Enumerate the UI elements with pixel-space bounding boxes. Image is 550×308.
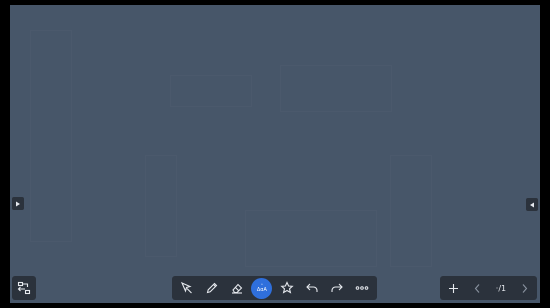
chevron-right-icon	[522, 283, 527, 293]
layout-tray	[12, 276, 36, 300]
plus-icon	[448, 283, 458, 293]
redo-icon	[331, 283, 344, 292]
redo-button[interactable]	[327, 278, 348, 299]
badge-text: ΔαA	[256, 287, 267, 293]
page-indicator: ·/1	[495, 283, 507, 293]
chevron-left-icon	[475, 283, 480, 293]
star-icon	[280, 281, 294, 294]
undo-icon	[306, 283, 318, 292]
text-shape-icon: ▫ ΔαA	[257, 283, 267, 293]
page-navigation: ·/1	[440, 276, 537, 300]
pen-tool-button[interactable]	[201, 278, 222, 299]
pen-icon	[206, 282, 217, 294]
expand-right-icon	[16, 201, 20, 206]
select-tool-button[interactable]	[176, 278, 197, 299]
next-page-button[interactable]	[517, 280, 531, 296]
left-panel-toggle[interactable]	[12, 197, 24, 210]
add-page-button[interactable]	[446, 280, 460, 296]
previous-page-button[interactable]	[471, 280, 485, 296]
layout-button[interactable]	[14, 278, 35, 299]
flow-layout-icon	[17, 281, 31, 295]
expand-left-icon	[530, 202, 534, 207]
more-button[interactable]	[352, 278, 373, 299]
select-icon	[180, 281, 192, 294]
undo-button[interactable]	[302, 278, 323, 299]
text-shape-tool-button[interactable]: ▫ ΔαA	[251, 277, 273, 299]
tools-toolbar: ▫ ΔαA	[172, 276, 377, 300]
eraser-icon	[231, 283, 243, 294]
more-icon	[356, 286, 369, 290]
right-panel-toggle[interactable]	[526, 198, 538, 211]
whiteboard-canvas[interactable]	[10, 5, 540, 303]
eraser-tool-button[interactable]	[226, 278, 247, 299]
favorite-tool-button[interactable]	[277, 278, 298, 299]
